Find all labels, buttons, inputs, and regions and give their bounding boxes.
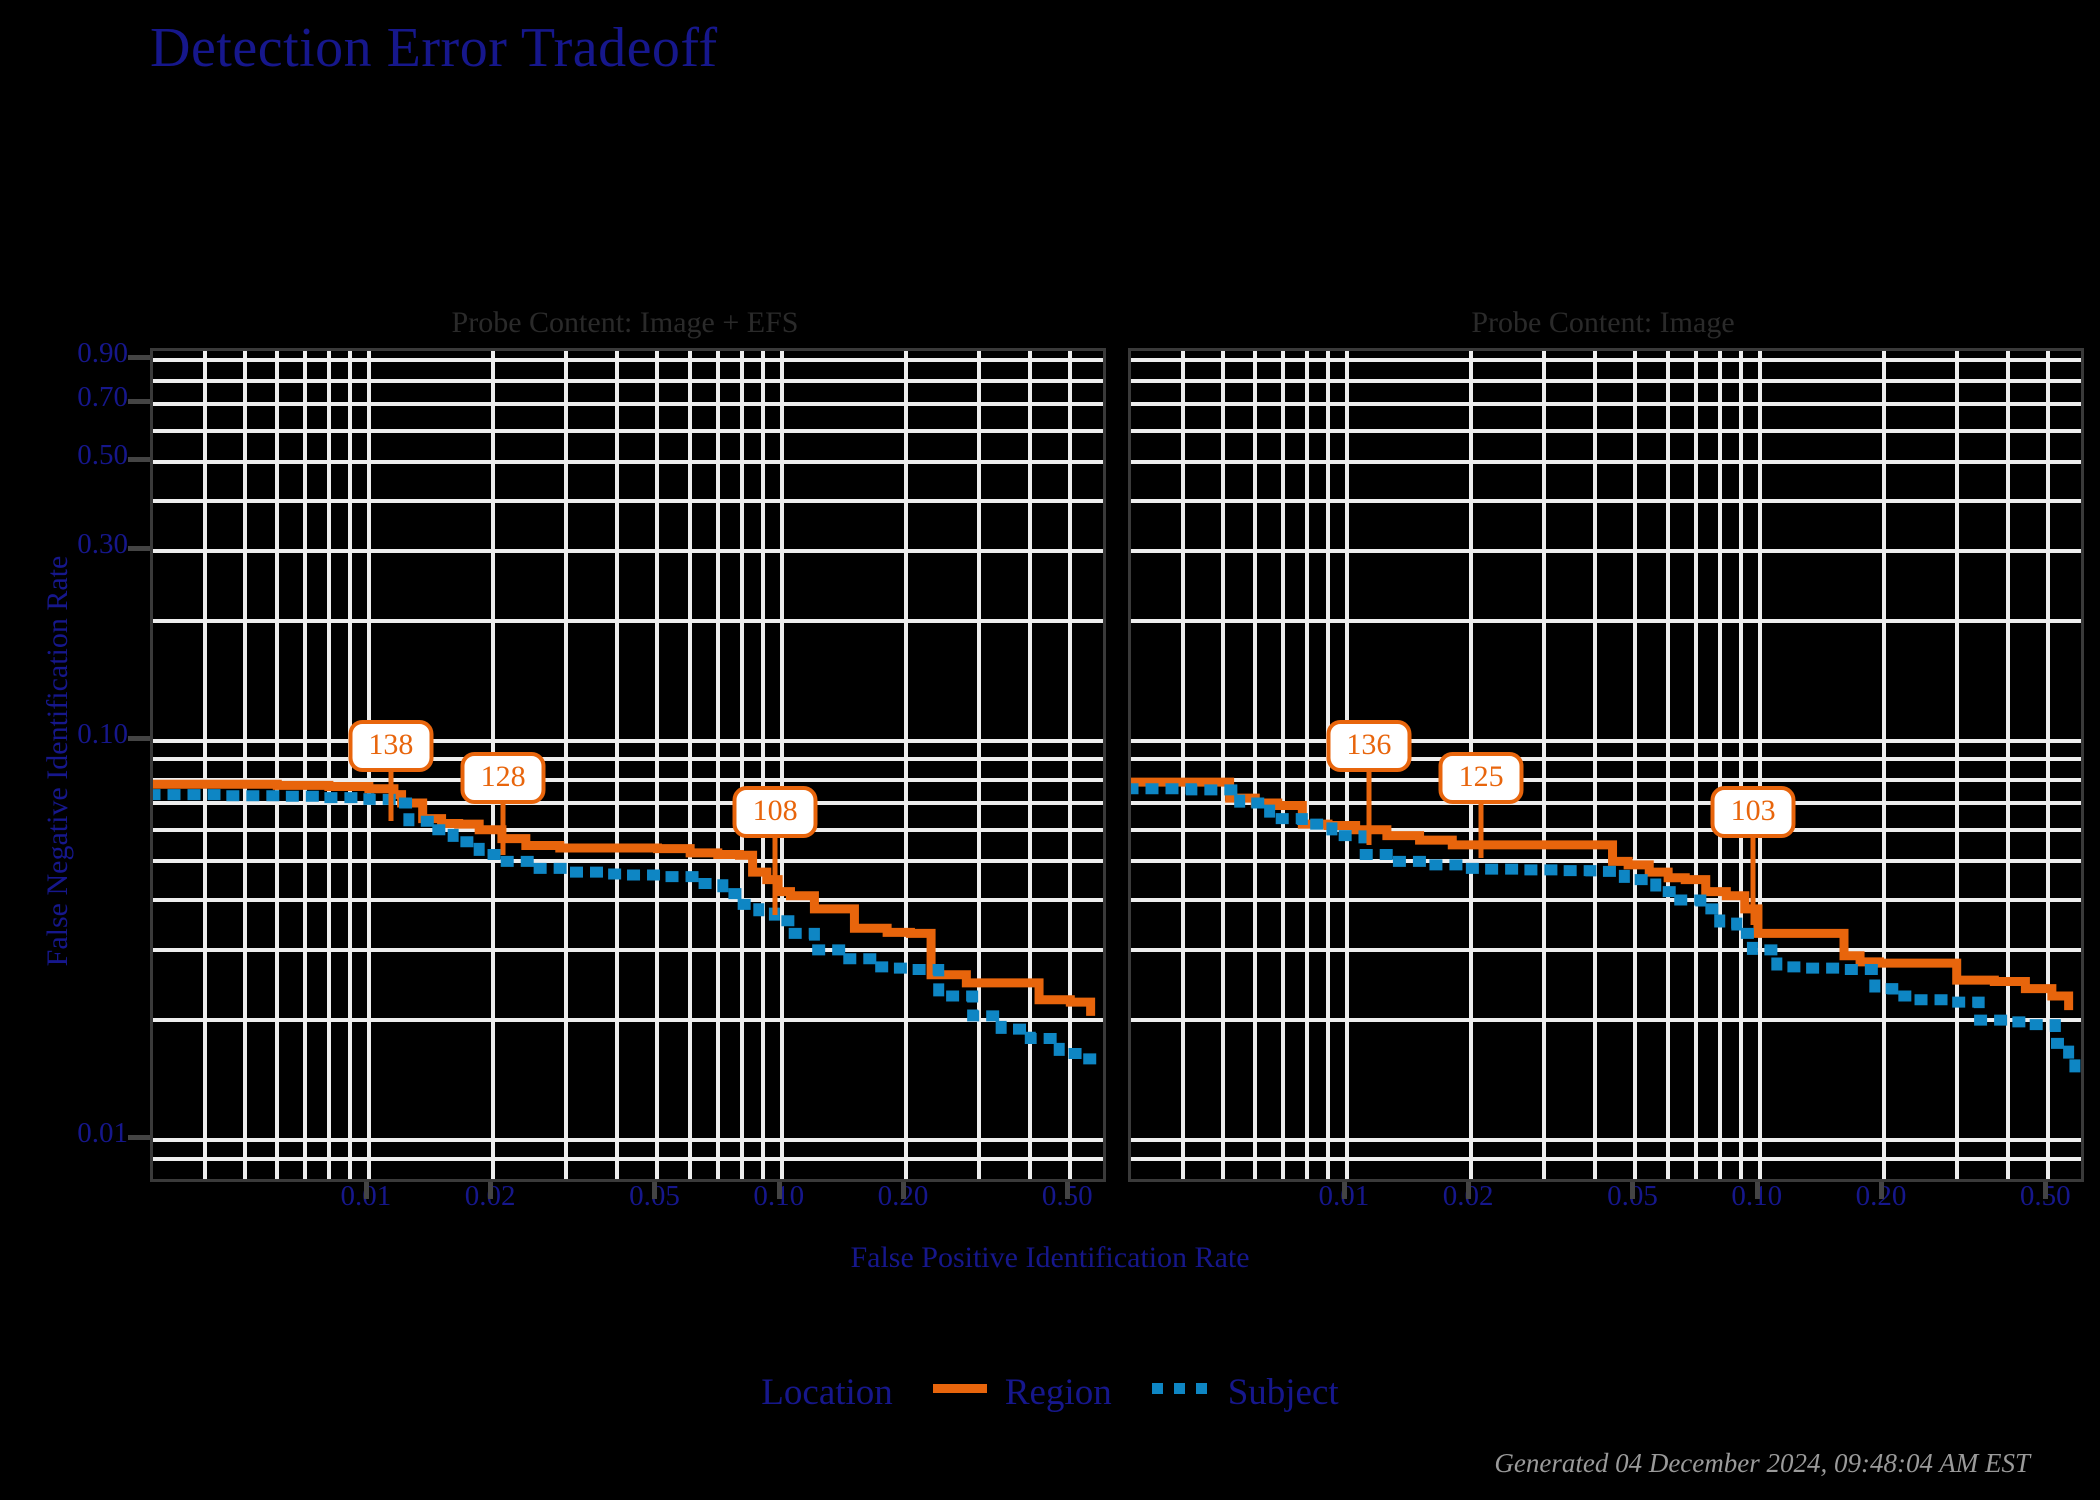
y-tick-label: 0.90: [77, 337, 128, 370]
y-tick-mark: [1128, 460, 1131, 464]
y-tick-mark: [150, 1138, 153, 1142]
y-tick-mark-outer: [128, 355, 150, 361]
y-tick-mark: [1128, 948, 1131, 952]
data-callout[interactable]: 125: [1438, 752, 1524, 804]
y-tick-mark-outer: [128, 545, 150, 551]
x-tick-mark: [901, 1179, 907, 1199]
series-layer: [1131, 777, 2081, 1088]
data-callout[interactable]: 108: [732, 786, 818, 838]
y-tick-mark: [1128, 619, 1131, 623]
y-tick-label: 0.01: [77, 1117, 128, 1150]
y-tick-label: 0.10: [77, 718, 128, 751]
y-tick-mark-outer: [128, 398, 150, 404]
y-tick-mark: [1128, 801, 1131, 805]
page-title: Detection Error Tradeoff: [150, 17, 718, 79]
y-tick-mark: [150, 1177, 153, 1181]
panel-title-left: Probe Content: Image + EFS: [451, 306, 799, 339]
plot-panel-right: [1128, 348, 2084, 1182]
y-tick-mark: [150, 619, 153, 623]
y-tick-label: 0.30: [77, 527, 128, 560]
y-tick-mark: [1128, 778, 1131, 782]
y-tick-mark: [150, 1157, 153, 1161]
y-tick-mark: [150, 757, 153, 761]
y-tick-mark: [150, 859, 153, 863]
legend-label-subject: Subject: [1227, 1372, 1339, 1414]
callout-stem: [772, 838, 778, 916]
data-callout[interactable]: 138: [348, 720, 434, 772]
y-tick-mark-outer: [128, 1135, 150, 1141]
legend-title: Location: [761, 1372, 893, 1414]
x-tick-mark: [363, 1179, 369, 1199]
y-tick-mark: [150, 898, 153, 902]
y-tick-mark: [1128, 379, 1131, 383]
y-tick-mark: [150, 778, 153, 782]
x-axis-title: False Positive Identification Rate: [850, 1241, 1250, 1274]
y-tick-mark: [1128, 402, 1131, 406]
legend-label-region: Region: [1004, 1372, 1112, 1414]
y-tick-mark-outer: [128, 457, 150, 463]
x-tick-mark: [1630, 1179, 1636, 1199]
y-tick-mark: [1128, 898, 1131, 902]
legend-swatch-subject: [1151, 1383, 1210, 1395]
y-tick-mark: [1128, 757, 1131, 761]
y-tick-mark: [150, 379, 153, 383]
series-layer: [153, 779, 1100, 1070]
y-tick-mark: [150, 549, 153, 553]
y-tick-mark: [1128, 1138, 1131, 1142]
y-tick-mark: [1128, 1177, 1131, 1181]
y-tick-label: 0.50: [77, 439, 128, 472]
x-tick-mark: [1065, 1179, 1071, 1199]
data-callout[interactable]: 136: [1326, 720, 1412, 772]
y-tick-mark: [150, 801, 153, 805]
y-tick-mark-outer: [128, 736, 150, 742]
chart-root: Detection Error Tradeoff False Negative …: [0, 0, 2100, 1500]
x-tick-mark: [1341, 1179, 1347, 1199]
x-tick-mark: [1879, 1179, 1885, 1199]
callout-stem: [1366, 772, 1372, 846]
x-tick-mark: [2043, 1179, 2049, 1199]
x-tick-mark: [776, 1179, 782, 1199]
y-tick-mark: [150, 828, 153, 832]
y-tick-mark: [1128, 859, 1131, 863]
data-callout[interactable]: 128: [460, 752, 546, 804]
y-tick-mark: [1128, 549, 1131, 553]
callout-stem: [500, 804, 506, 855]
y-tick-mark: [1128, 499, 1131, 503]
legend-swatch-region: [932, 1384, 987, 1394]
series-subject-line: [153, 789, 1100, 1070]
series-region-line: [153, 779, 1096, 1016]
callout-stem: [1478, 804, 1484, 859]
y-tick-mark: [1128, 828, 1131, 832]
legend: Location Region Subject: [0, 1368, 2100, 1414]
y-tick-mark: [150, 948, 153, 952]
y-tick-mark: [150, 402, 153, 406]
series-subject-line: [1131, 783, 2081, 1088]
data-callout[interactable]: 103: [1710, 786, 1796, 838]
y-tick-mark: [150, 1018, 153, 1022]
y-tick-mark: [150, 499, 153, 503]
y-tick-mark: [150, 460, 153, 464]
x-tick-mark: [488, 1179, 494, 1199]
y-tick-mark: [150, 429, 153, 433]
x-tick-mark: [1466, 1179, 1472, 1199]
panel-title-right: Probe Content: Image: [1471, 306, 1735, 339]
y-tick-mark: [150, 739, 153, 743]
plot-panel-left: [150, 348, 1106, 1182]
y-tick-mark: [1128, 1018, 1131, 1022]
callout-stem: [388, 772, 394, 822]
x-tick-mark: [652, 1179, 658, 1199]
y-tick-mark: [1128, 358, 1131, 362]
callout-stem: [1750, 838, 1756, 926]
y-tick-mark: [150, 358, 153, 362]
x-tick-mark: [1754, 1179, 1760, 1199]
generated-timestamp: Generated 04 December 2024, 09:48:04 AM …: [1494, 1448, 2030, 1478]
y-tick-mark: [1128, 1157, 1131, 1161]
y-tick-mark: [1128, 739, 1131, 743]
y-tick-label: 0.70: [77, 380, 128, 413]
y-tick-mark: [1128, 429, 1131, 433]
